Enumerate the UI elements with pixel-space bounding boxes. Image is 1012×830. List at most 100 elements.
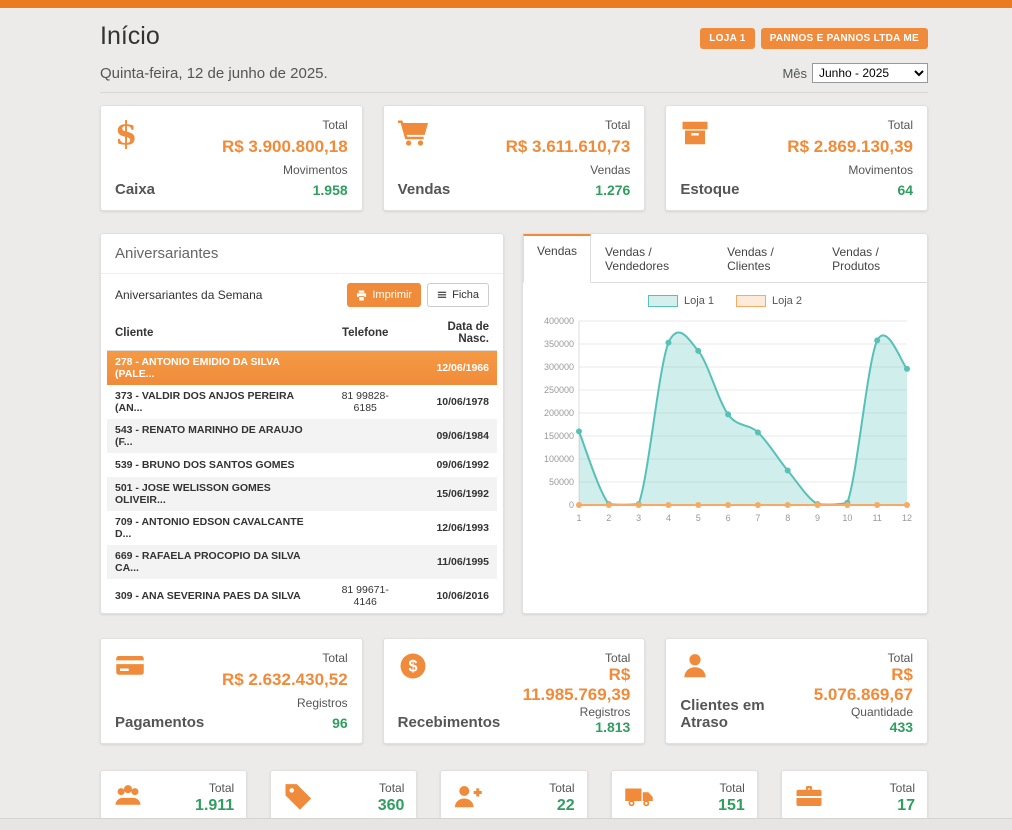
cell-nasc: 12/06/1993 — [408, 511, 498, 545]
print-button[interactable]: Imprimir — [347, 283, 421, 307]
dollar-icon: $ — [115, 118, 155, 149]
tab-vendas[interactable]: Vendas — [523, 234, 591, 283]
estoque-title: Estoque — [680, 181, 739, 198]
clientes-atraso-count: 433 — [801, 719, 913, 735]
dashboard-page: Início LOJA 1 PANNOS E PANNOS LTDA ME Qu… — [100, 22, 928, 830]
tab-vendas-produtos[interactable]: Vendas / Produtos — [818, 234, 927, 283]
estoque-count: 64 — [787, 182, 913, 198]
legend-loja2-label: Loja 2 — [772, 295, 802, 307]
svg-text:250000: 250000 — [544, 385, 574, 395]
col-cliente: Cliente — [107, 316, 323, 351]
table-header-row: Cliente Telefone Data de Nasc. — [107, 316, 497, 351]
vendas-count: 1.276 — [506, 182, 631, 198]
legend-loja1: Loja 1 — [648, 295, 714, 307]
cell-telefone — [323, 545, 408, 579]
cell-telefone — [323, 351, 408, 386]
vendas-card: Vendas Total R$ 3.611.610,73 Vendas 1.27… — [383, 105, 646, 211]
table-row[interactable]: 709 - ANTONIO EDSON CAVALCANTE D... 12/0… — [107, 511, 497, 545]
cell-cliente: 669 - RAFAELA PROCOPIO DA SILVA CA... — [107, 545, 323, 579]
estoque-card: Estoque Total R$ 2.869.130,39 Movimentos… — [665, 105, 928, 211]
table-row[interactable]: 278 - ANTONIO EMIDIO DA SILVA (PALE... 1… — [107, 351, 497, 386]
ficha-button-label: Ficha — [452, 289, 479, 301]
recebimentos-title: Recebimentos — [398, 714, 501, 731]
aniversariantes-title: Aniversariantes — [101, 234, 503, 274]
recebimentos-count: 1.813 — [500, 719, 630, 735]
cell-cliente: 543 - RENATO MARINHO DE ARAUJO (F... — [107, 419, 323, 453]
count-label: Movimentos — [787, 163, 913, 177]
svg-text:12: 12 — [902, 513, 912, 523]
caixa-count: 1.958 — [222, 182, 348, 198]
legend-loja1-label: Loja 1 — [684, 295, 714, 307]
ficha-button[interactable]: Ficha — [427, 283, 489, 307]
cell-telefone: 81 99671-4146 — [323, 579, 408, 613]
clientes-atraso-title: Clientes em Atraso — [680, 697, 801, 731]
tag-icon — [283, 781, 313, 815]
table-row[interactable]: 669 - RAFAELA PROCOPIO DA SILVA CA... 11… — [107, 545, 497, 579]
svg-text:3: 3 — [636, 513, 641, 523]
printer-icon — [356, 290, 367, 301]
cell-cliente: 309 - ANA SEVERINA PAES DA SILVA — [107, 579, 323, 613]
page-title: Início — [100, 22, 160, 51]
count-label: Quantidade — [801, 705, 913, 719]
recebimentos-card: $ Recebimentos Total R$ 11.985.769,39 Re… — [383, 638, 646, 744]
svg-text:$: $ — [408, 658, 417, 676]
legend-loja2: Loja 2 — [736, 295, 802, 307]
table-row[interactable]: 501 - JOSE WELISSON GOMES OLIVEIR... 15/… — [107, 477, 497, 511]
table-row[interactable]: 543 - RENATO MARINHO DE ARAUJO (F... 09/… — [107, 419, 497, 453]
clientes-atraso-total: R$ 5.076.869,67 — [801, 665, 913, 705]
chart-tabs: Vendas Vendas / Vendedores Vendas / Clie… — [523, 234, 927, 283]
cell-cliente: 278 - ANTONIO EMIDIO DA SILVA (PALE... — [107, 351, 323, 386]
chart-legend: Loja 1 Loja 2 — [523, 283, 927, 309]
caixa-title: Caixa — [115, 181, 155, 198]
cell-cliente: 373 - VALDIR DOS ANJOS PEREIRA (AN... — [107, 385, 323, 419]
store-button[interactable]: LOJA 1 — [700, 28, 754, 49]
loja2-swatch — [736, 295, 766, 307]
month-label: Mês — [782, 66, 807, 81]
cell-cliente: 709 - ANTONIO EDSON CAVALCANTE D... — [107, 511, 323, 545]
cell-telefone — [323, 453, 408, 477]
fornecedores-total: 151 — [718, 797, 745, 815]
loja1-swatch — [648, 295, 678, 307]
company-button[interactable]: PANNOS E PANNOS LTDA ME — [761, 28, 928, 49]
cell-cliente: 501 - JOSE WELISSON GOMES OLIVEIR... — [107, 477, 323, 511]
tab-vendas-vendedores[interactable]: Vendas / Vendedores — [591, 234, 713, 283]
table-row[interactable]: 309 - ANA SEVERINA PAES DA SILVA 81 9967… — [107, 579, 497, 613]
pagamentos-title: Pagamentos — [115, 714, 204, 731]
table-row[interactable]: 539 - BRUNO DOS SANTOS GOMES 09/06/1992 — [107, 453, 497, 477]
credit-card-icon — [115, 651, 204, 681]
total-label: Total — [500, 651, 630, 665]
svg-text:300000: 300000 — [544, 362, 574, 372]
caixa-total: R$ 3.900.800,18 — [222, 137, 348, 157]
count-label: Registros — [500, 705, 630, 719]
svg-text:11: 11 — [873, 513, 882, 523]
total-label: Total — [195, 781, 234, 795]
total-label: Total — [801, 651, 913, 665]
vendas-title: Vendas — [398, 181, 451, 198]
list-icon — [437, 290, 447, 300]
total-label: Total — [222, 118, 348, 132]
cell-cliente: 539 - BRUNO DOS SANTOS GOMES — [107, 453, 323, 477]
col-nasc: Data de Nasc. — [408, 316, 498, 351]
print-button-label: Imprimir — [372, 289, 412, 301]
users-group-icon — [113, 781, 143, 815]
cell-nasc: 12/06/1966 — [408, 351, 498, 386]
person-icon — [680, 651, 801, 681]
pagamentos-card: Pagamentos Total R$ 2.632.430,52 Registr… — [100, 638, 363, 744]
svg-text:6: 6 — [726, 513, 731, 523]
tab-vendas-clientes[interactable]: Vendas / Clientes — [713, 234, 818, 283]
caixa-card: $ Caixa Total R$ 3.900.800,18 Movimentos… — [100, 105, 363, 211]
table-row[interactable]: 373 - VALDIR DOS ANJOS PEREIRA (AN... 81… — [107, 385, 497, 419]
svg-text:50000: 50000 — [549, 477, 574, 487]
svg-text:0: 0 — [569, 500, 574, 510]
pagamentos-count: 96 — [222, 715, 348, 731]
cell-nasc: 10/06/1978 — [408, 385, 498, 419]
cell-nasc: 11/06/1995 — [408, 545, 498, 579]
vendas-total: R$ 3.611.610,73 — [506, 137, 631, 157]
clientes-total: 1.911 — [195, 797, 234, 815]
cell-telefone — [323, 419, 408, 453]
box-icon — [680, 118, 739, 148]
page-footer — [0, 818, 1012, 830]
estoque-total: R$ 2.869.130,39 — [787, 137, 913, 157]
month-select[interactable]: Junho - 2025 — [812, 63, 928, 83]
count-label: Registros — [222, 696, 348, 710]
